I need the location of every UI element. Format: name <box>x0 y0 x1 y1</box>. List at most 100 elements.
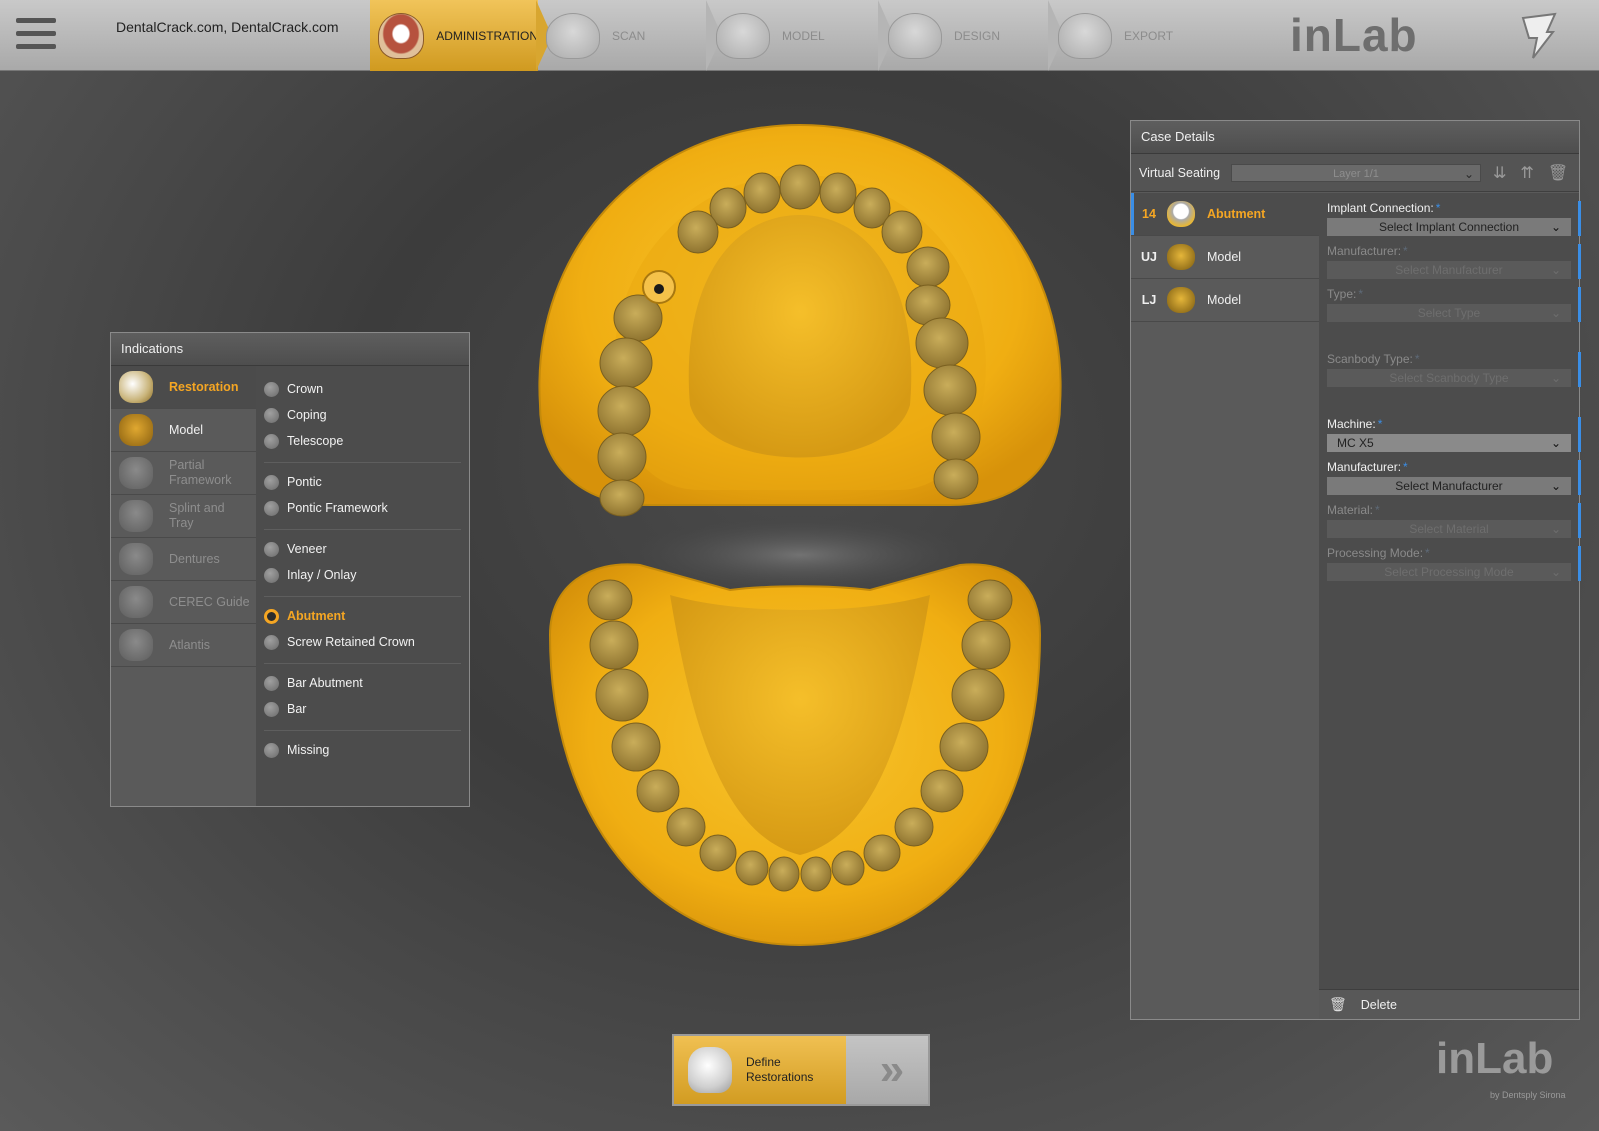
jaw-3d-view[interactable] <box>530 115 1070 975</box>
scanbody-type-field: Scanbody Type: * Select Scanbody Type ⌄ <box>1327 352 1581 387</box>
next-step-icon[interactable]: » <box>846 1036 928 1104</box>
virtual-seating-label: Virtual Seating <box>1139 165 1221 180</box>
category-dentures[interactable]: Dentures <box>111 538 256 581</box>
radio-icon <box>264 634 279 650</box>
splint-icon <box>119 500 153 532</box>
category-partial-framework[interactable]: Partial Framework <box>111 452 256 495</box>
radio-icon <box>264 742 279 758</box>
option-abutment[interactable]: Abutment <box>264 603 461 629</box>
dentures-icon <box>119 543 153 575</box>
layer-select[interactable]: Layer 1/1 ⌄ <box>1231 163 1481 182</box>
chevron-down-icon: ⌄ <box>1463 166 1474 181</box>
radio-icon <box>264 474 279 490</box>
material-select[interactable]: Select Material ⌄ <box>1327 520 1571 538</box>
option-missing[interactable]: Missing <box>264 737 461 763</box>
define-restorations-main[interactable]: Define Restorations <box>674 1036 846 1104</box>
processing-mode-select[interactable]: Select Processing Mode ⌄ <box>1327 563 1571 581</box>
option-bar-abutment[interactable]: Bar Abutment <box>264 670 461 696</box>
design-icon <box>888 12 942 59</box>
option-crown[interactable]: Crown <box>264 376 461 402</box>
indications-panel: Indications Restoration Model Partial Fr… <box>110 332 470 807</box>
category-atlantis[interactable]: Atlantis <box>111 624 256 667</box>
radio-icon <box>264 433 279 449</box>
case-title: DentalCrack.com, DentalCrack.com <box>116 19 339 35</box>
jaw-icon <box>378 12 425 59</box>
chevron-down-icon: ⌄ <box>1550 565 1561 579</box>
radio-icon <box>264 381 279 397</box>
seat-up-icon[interactable]: ⇈ <box>1520 163 1533 183</box>
type-select[interactable]: Select Type ⌄ <box>1327 304 1571 322</box>
step-export[interactable]: EXPORT <box>1050 0 1220 71</box>
chevron-down-icon: ⌄ <box>1550 522 1561 536</box>
define-restorations-button[interactable]: Define Restorations » <box>672 1034 930 1106</box>
atlantis-icon <box>119 629 153 661</box>
case-details-panel: Case Details Virtual Seating Layer 1/1 ⌄… <box>1130 120 1581 1020</box>
case-details-title: Case Details <box>1131 121 1579 154</box>
manufacturer-field-1: Manufacturer: * Select Manufacturer ⌄ <box>1327 244 1581 279</box>
option-veneer[interactable]: Veneer <box>264 536 461 562</box>
step-label: DESIGN <box>954 28 1001 43</box>
chevron-down-icon: ⌄ <box>1550 436 1561 450</box>
case-item-abutment[interactable]: 14 Abutment <box>1131 193 1319 236</box>
lower-jaw-model[interactable] <box>548 563 1042 947</box>
option-pontic[interactable]: Pontic <box>264 469 461 495</box>
step-label: SCAN <box>612 28 646 43</box>
chevron-down-icon: ⌄ <box>1550 220 1561 234</box>
step-label: MODEL <box>782 28 825 43</box>
delete-button[interactable]: 🗑 Delete <box>1319 989 1579 1019</box>
seat-down-icon[interactable]: ⇊ <box>1493 163 1506 183</box>
manufacturer-select-2[interactable]: Select Manufacturer ⌄ <box>1327 477 1571 495</box>
abutment-icon <box>1167 201 1195 227</box>
tooth-icon <box>688 1047 732 1093</box>
machine-field: Machine: * MC X5 ⌄ <box>1327 417 1581 452</box>
chevron-down-icon: ⌄ <box>1550 479 1561 493</box>
workflow-steps: ADMINISTRATION SCAN MODEL DESIGN EXPORT <box>370 0 1230 71</box>
category-model[interactable]: Model <box>111 409 256 452</box>
manufacturer-select-1[interactable]: Select Manufacturer ⌄ <box>1327 261 1571 279</box>
trash-icon[interactable]: 🗑 <box>1548 163 1568 183</box>
option-coping[interactable]: Coping <box>264 402 461 428</box>
manufacturer-field-2: Manufacturer: * Select Manufacturer ⌄ <box>1327 460 1581 495</box>
option-screw-retained-crown[interactable]: Screw Retained Crown <box>264 629 461 655</box>
define-restorations-label: Define Restorations <box>746 1055 814 1084</box>
scan-icon <box>546 12 600 59</box>
case-item-upper-model[interactable]: UJ Model <box>1131 236 1319 279</box>
inlab-logo: inLab <box>1290 9 1418 61</box>
step-model[interactable]: MODEL <box>708 0 894 71</box>
category-restoration[interactable]: Restoration <box>111 366 256 409</box>
category-cerec-guide[interactable]: CEREC Guide <box>111 581 256 624</box>
model-icon <box>1167 244 1195 270</box>
step-label: EXPORT <box>1124 28 1174 43</box>
category-splint-and-tray[interactable]: Splint and Tray <box>111 495 256 538</box>
case-item-lower-model[interactable]: LJ Model <box>1131 279 1319 322</box>
step-scan[interactable]: SCAN <box>538 0 722 71</box>
hamburger-menu-icon[interactable] <box>16 18 56 54</box>
radio-icon <box>264 701 279 717</box>
scanbody-type-select[interactable]: Select Scanbody Type ⌄ <box>1327 369 1571 387</box>
step-design[interactable]: DESIGN <box>880 0 1064 71</box>
radio-icon <box>264 675 279 691</box>
upper-jaw-model[interactable] <box>538 123 1062 517</box>
chevron-down-icon: ⌄ <box>1550 263 1561 277</box>
case-item-list: 14 Abutment UJ Model LJ Model <box>1131 193 1319 1019</box>
radio-icon <box>264 567 279 583</box>
restoration-icon <box>119 371 153 403</box>
chevron-down-icon: ⌄ <box>1550 306 1561 320</box>
option-pontic-framework[interactable]: Pontic Framework <box>264 495 461 521</box>
export-icon <box>1058 12 1112 59</box>
step-administration[interactable]: ADMINISTRATION <box>370 0 552 71</box>
option-bar[interactable]: Bar <box>264 696 461 722</box>
option-inlay-onlay[interactable]: Inlay / Onlay <box>264 562 461 588</box>
radio-icon <box>264 407 279 423</box>
processing-mode-field: Processing Mode: * Select Processing Mode… <box>1327 546 1581 581</box>
option-telescope[interactable]: Telescope <box>264 428 461 454</box>
model-icon <box>1167 287 1195 313</box>
lightning-icon[interactable] <box>1517 12 1561 62</box>
top-bar: DentalCrack.com, DentalCrack.com ADMINIS… <box>0 0 1599 71</box>
implant-connection-select[interactable]: Select Implant Connection ⌄ <box>1327 218 1571 236</box>
inlab-footer-logo: inLab <box>1436 1034 1554 1083</box>
machine-select[interactable]: MC X5 ⌄ <box>1327 434 1571 452</box>
implant-connection-field: Implant Connection: * Select Implant Conn… <box>1327 201 1581 236</box>
indication-categories: Restoration Model Partial Framework Spli… <box>111 366 256 806</box>
virtual-seating-row: Virtual Seating Layer 1/1 ⌄ ⇊ ⇈ 🗑 <box>1131 154 1579 192</box>
